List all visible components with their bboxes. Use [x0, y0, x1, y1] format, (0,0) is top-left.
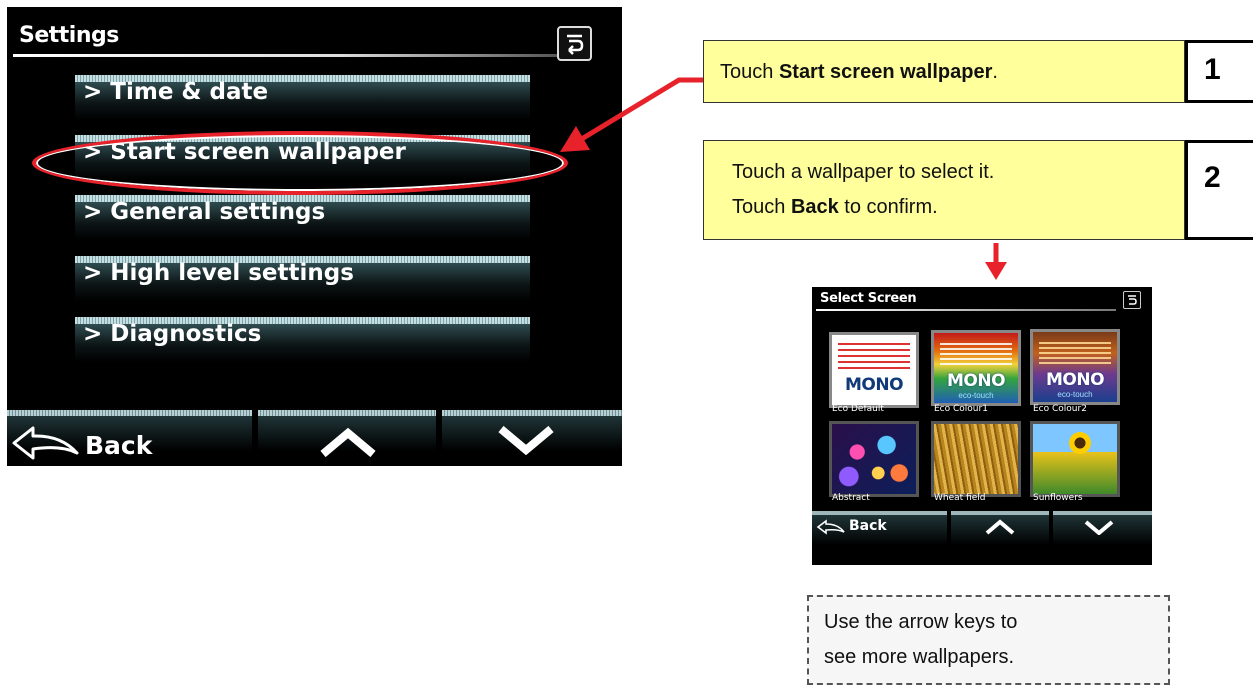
logo-subtext: eco-touch: [1057, 390, 1093, 399]
title-divider: [816, 309, 1116, 311]
wallpaper-label: Eco Colour1: [934, 404, 988, 414]
wallpaper-label: Sunflowers: [1033, 493, 1083, 503]
wallpaper-abstract[interactable]: [829, 421, 919, 497]
back-label: Back: [849, 518, 887, 534]
logo-subtext: eco-touch: [958, 391, 994, 400]
select-screen: Select Screen MONO Eco Default MONO eco-…: [812, 287, 1152, 565]
back-button[interactable]: Back: [812, 511, 947, 565]
wallpaper-wheat-field[interactable]: [931, 421, 1021, 497]
step-1-callout: Touch Start screen wallpaper.: [703, 40, 1185, 103]
return-icon[interactable]: [1123, 291, 1141, 309]
wallpaper-eco-default[interactable]: MONO: [829, 332, 919, 408]
wallpaper-sunflowers[interactable]: [1030, 421, 1120, 497]
back-arrow-icon: [816, 519, 845, 535]
wallpaper-label: Eco Colour2: [1033, 404, 1087, 414]
hint-line-2: see more wallpapers.: [824, 646, 1015, 668]
mono-logo: MONO: [844, 375, 904, 395]
scroll-down-button[interactable]: [1053, 511, 1152, 565]
step-1-number: 1: [1185, 40, 1253, 103]
chevron-down-icon: [1084, 520, 1114, 535]
hint-note: Use the arrow keys to see more wallpaper…: [807, 595, 1170, 685]
wallpaper-eco-colour1[interactable]: MONO eco-touch: [931, 330, 1021, 406]
mono-logo: MONO: [1045, 370, 1105, 390]
hint-line-1: Use the arrow keys to: [824, 611, 1018, 633]
chevron-up-icon: [985, 519, 1015, 535]
wallpaper-eco-colour2[interactable]: MONO eco-touch: [1030, 329, 1120, 405]
scroll-up-button[interactable]: [951, 511, 1049, 565]
select-screen-title: Select Screen: [820, 291, 917, 306]
mono-logo: MONO: [946, 371, 1006, 391]
step-2-callout: Touch a wallpaper to select it. Touch Ba…: [703, 140, 1185, 240]
wallpaper-label: Eco Default: [832, 404, 884, 414]
wallpaper-label: Wheat field: [934, 493, 986, 503]
wallpaper-label: Abstract: [832, 493, 870, 503]
step-2-number: 2: [1185, 140, 1253, 240]
